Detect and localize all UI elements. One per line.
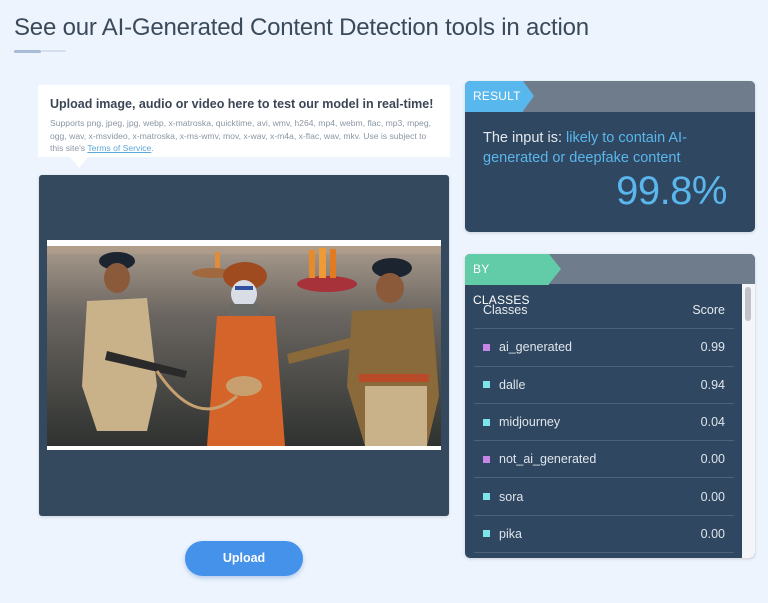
info-pointer (70, 157, 88, 168)
result-prefix: The input is: (483, 130, 567, 146)
class-name: not_ai_generated (499, 452, 597, 467)
class-score: 0.00 (700, 489, 725, 504)
result-score: 99.8% (616, 169, 727, 213)
class-color-swatch (483, 455, 490, 463)
class-row: midjourney 0.04 (474, 404, 734, 442)
title-underline (14, 50, 66, 54)
class-color-swatch (483, 381, 490, 389)
class-color-swatch (483, 343, 490, 351)
class-score: 0.94 (700, 377, 725, 392)
classes-scrollbar[interactable] (742, 284, 755, 558)
preview-image (47, 240, 441, 450)
result-header: RESULT (465, 81, 755, 112)
classes-table-header: Classes Score (474, 292, 734, 330)
class-color-swatch (483, 530, 490, 538)
class-name: pika (499, 526, 522, 541)
classes-tab-arrow (549, 254, 561, 284)
result-card: RESULT The input is: likely to contain A… (465, 81, 755, 232)
result-tab-arrow (523, 81, 534, 111)
class-color-swatch (483, 418, 490, 426)
class-row: not_ai_generated 0.00 (474, 441, 734, 479)
column-header-score: Score (692, 303, 725, 318)
page: See our AI-Generated Content Detection t… (0, 0, 768, 603)
class-row: dalle 0.94 (474, 367, 734, 404)
classes-header: BY CLASSES (465, 254, 755, 307)
class-name: ai_generated (499, 340, 572, 355)
scrollbar-thumb[interactable] (745, 287, 751, 321)
page-title: See our AI-Generated Content Detection t… (14, 14, 589, 41)
upload-heading: Upload image, audio or video here to tes… (50, 97, 434, 111)
classes-card: BY CLASSES Classes Score ai_generated 0.… (465, 254, 755, 558)
upload-preview-panel[interactable] (39, 175, 449, 516)
class-row: pika 0.00 (474, 516, 734, 554)
terms-of-service-link[interactable]: Terms of Service (87, 143, 151, 153)
classes-table: Classes Score ai_generated 0.99 dalle 0.… (474, 292, 734, 554)
class-name: midjourney (499, 415, 561, 430)
result-text: The input is: likely to contain AI-gener… (483, 128, 737, 168)
upload-info-box: Upload image, audio or video here to tes… (38, 85, 450, 157)
upload-button[interactable]: Upload (185, 541, 303, 576)
class-color-swatch (483, 493, 490, 501)
class-score: 0.04 (700, 415, 725, 430)
class-row: sora 0.00 (474, 478, 734, 516)
by-classes-tab: BY CLASSES (465, 254, 549, 307)
result-body: The input is: likely to contain AI-gener… (465, 112, 755, 168)
class-row: ai_generated 0.99 (474, 329, 734, 367)
class-score: 0.99 (700, 340, 725, 355)
class-score: 0.00 (700, 526, 725, 541)
class-score: 0.00 (700, 452, 725, 467)
preview-image-graphic (47, 246, 441, 446)
class-name: sora (499, 489, 524, 504)
class-name: dalle (499, 377, 526, 392)
supported-formats-text: Supports png, jpeg, jpg, webp, x-matrosk… (50, 118, 431, 153)
result-tab: RESULT (465, 81, 523, 112)
column-header-classes: Classes (483, 303, 528, 318)
